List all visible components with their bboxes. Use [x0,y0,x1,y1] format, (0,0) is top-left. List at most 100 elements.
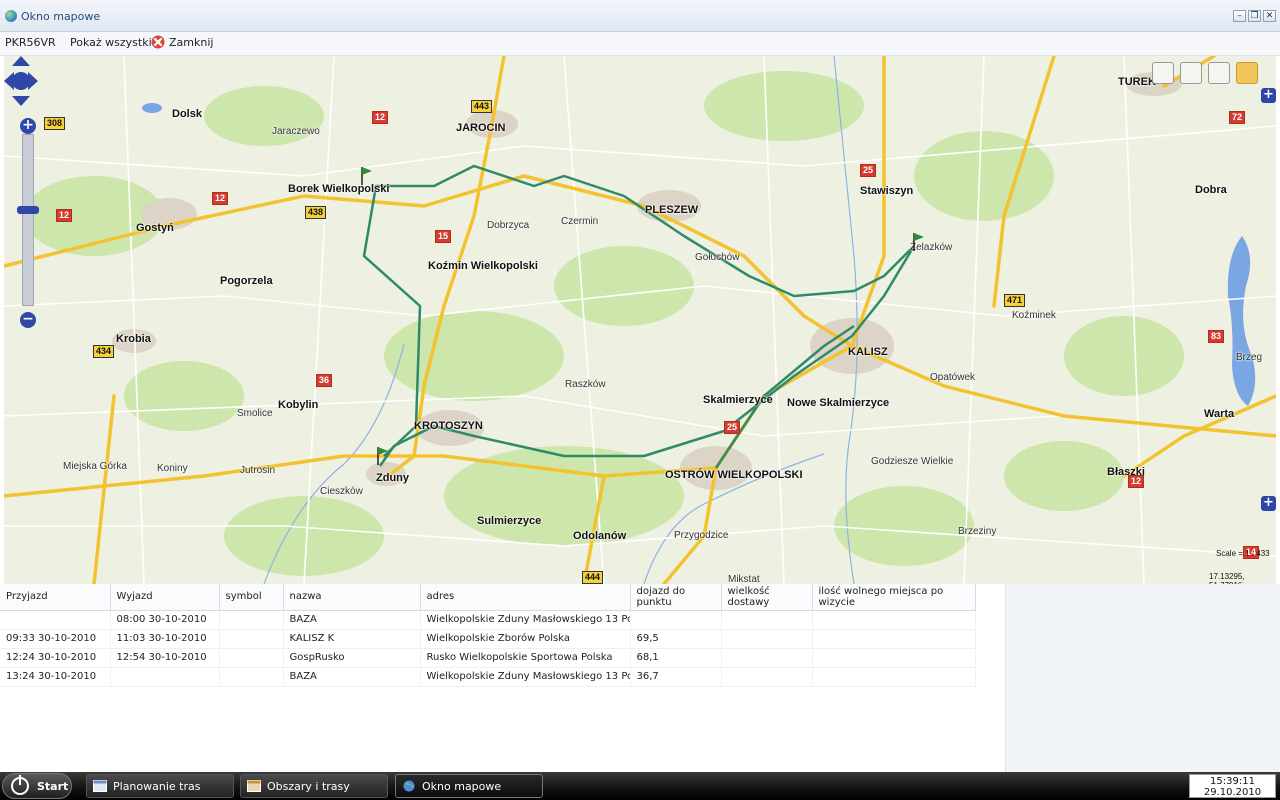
zoom-out-button[interactable]: − [20,312,36,328]
table-row[interactable]: 13:24 30-10-2010 BAZA Wielkopolskie Zdun… [0,667,976,687]
cell: Wielkopolskie Zborów Polska [420,629,631,649]
column-header[interactable]: dojazd do punktu [630,584,722,611]
place-przygodzice: Przygodzice [674,530,729,541]
place-raszkow: Raszków [565,379,606,390]
table-row[interactable]: 09:33 30-10-2010 11:03 30-10-2010 KALISZ… [0,629,976,649]
column-header[interactable]: nazwa [283,584,421,611]
task-planowanie-tras[interactable]: Planowanie tras [86,774,234,798]
minimize-button[interactable]: – [1233,10,1246,22]
place-dobrzyca: Dobrzyca [487,220,530,231]
system-clock[interactable]: 15:39:11 29.10.2010 [1189,774,1276,798]
place-jutrosin: Jutrosin [240,465,276,476]
map-view[interactable]: Dolsk Jaraczewo JAROCIN Borek Wielkopols… [4,56,1276,584]
pan-control-icon[interactable] [4,56,38,106]
cell [219,629,284,649]
cell [721,610,813,630]
place-skalmierzyce: Skalmierzyce [703,394,773,406]
place-brzeg: Brzeg [1236,352,1263,363]
road-shield: 444 [582,571,604,584]
cell [110,667,220,687]
task-obszary-i-trasy[interactable]: Obszary i trasy [240,774,388,798]
road-shield: 308 [44,117,66,130]
place-warta: Warta [1204,408,1235,420]
close-icon[interactable] [151,35,165,49]
clock-time: 15:39:11 [1210,776,1255,787]
cell: GospRusko [283,648,421,668]
draw-line-icon[interactable] [1180,62,1202,84]
cell [219,667,284,687]
column-header[interactable]: adres [420,584,631,611]
task-label: Planowanie tras [113,780,201,793]
cell: 12:24 30-10-2010 [0,648,111,668]
place-kalisz: KALISZ [848,346,888,358]
expand-layers-button[interactable]: + [1261,88,1276,103]
start-label: Start [37,780,69,793]
place-pleszew: PLESZEW [645,204,699,216]
cell: Wielkopolskie Zduny Masłowskiego 13 Pols… [420,610,631,630]
window-title: Okno mapowe [21,10,101,23]
cell [812,610,976,630]
road-shield: 36 [316,374,333,387]
clock-date: 29.10.2010 [1203,787,1262,798]
start-flag-icon[interactable] [376,446,390,466]
cell [630,610,722,630]
window-icon [93,780,107,792]
expand-overview-button[interactable]: + [1261,496,1276,511]
place-czermin: Czermin [561,216,599,227]
road-shield: 12 [212,192,229,205]
column-header[interactable]: ilość wolnego miejsca po wizycie [812,584,976,611]
road-shield: 443 [471,100,493,113]
place-mikstat: Mikstat [728,574,760,584]
cell: 69,5 [630,629,722,649]
place-brzeziny: Brzeziny [958,526,997,537]
restore-button[interactable]: ❐ [1248,10,1261,22]
cell: BAZA [283,667,421,687]
road-shield: 12 [1128,475,1145,488]
column-header[interactable]: Przyjazd [0,584,111,611]
waypoint-flag-icon[interactable] [912,232,926,252]
measure-icon[interactable] [1208,62,1230,84]
draw-polygon-icon[interactable] [1152,62,1174,84]
cell [0,610,111,630]
road-shield: 434 [93,345,115,358]
cell: 13:24 30-10-2010 [0,667,111,687]
hand-pan-icon[interactable] [1236,62,1258,84]
zoom-in-button[interactable]: + [20,118,36,134]
place-koniny: Koniny [157,463,188,474]
start-button[interactable]: Start [2,773,72,799]
task-okno-mapowe[interactable]: Okno mapowe [395,774,543,798]
show-all-button[interactable]: Pokaż wszystkie [70,36,158,49]
close-button[interactable]: Zamknij [169,36,213,49]
place-ostrow: OSTRÓW WIELKOPOLSKI [665,469,803,481]
task-label: Obszary i trasy [267,780,350,793]
grid-empty-area [1006,584,1280,772]
title-bar: Okno mapowe – ❐ ✕ [0,0,1280,32]
place-odolanow: Odolanów [573,530,627,542]
road-shield: 438 [305,206,327,219]
cell [721,648,813,668]
power-icon [11,775,29,795]
road-shield: 83 [1208,330,1225,343]
place-krotoszyn: KROTOSZYN [414,420,483,432]
zoom-slider[interactable] [22,134,34,306]
cell: BAZA [283,610,421,630]
close-window-button[interactable]: ✕ [1263,10,1276,22]
waypoint-flag-icon[interactable] [360,166,374,186]
cell [219,648,284,668]
road-shield: 72 [1229,111,1246,124]
column-header[interactable]: wielkość dostawy [721,584,813,611]
place-cieszkow: Cieszków [320,486,363,497]
window-icon [247,780,261,792]
road-shield: 471 [1004,294,1026,307]
table-row[interactable]: 08:00 30-10-2010 BAZA Wielkopolskie Zdun… [0,610,976,630]
place-smolice: Smolice [237,408,273,419]
column-header[interactable]: symbol [219,584,284,611]
cell: Wielkopolskie Zduny Masłowskiego 13 Pols… [420,667,631,687]
road-shield: 15 [435,230,452,243]
place-jaraczewo: Jaraczewo [272,126,320,137]
column-header[interactable]: Wyjazd [110,584,220,611]
zoom-slider-handle[interactable] [17,206,39,214]
table-row[interactable]: 12:24 30-10-2010 12:54 30-10-2010 GospRu… [0,648,976,668]
cell [219,610,284,630]
globe-icon [403,780,415,792]
